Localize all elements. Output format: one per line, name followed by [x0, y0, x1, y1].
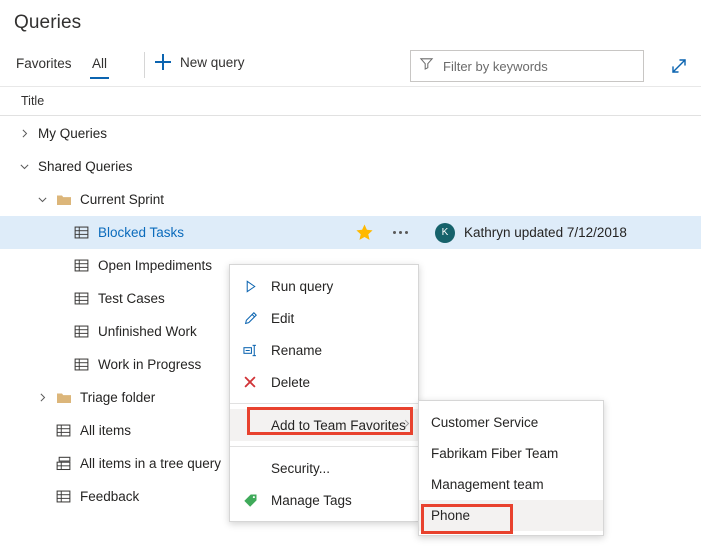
submenu-item-fabrikam-fiber-team[interactable]: Fabrikam Fiber Team: [419, 438, 603, 469]
tree-chevron-spacer: [54, 325, 67, 338]
tree-item-label: Current Sprint: [80, 192, 164, 207]
flat-query-icon: [56, 423, 72, 439]
tab-favorites-label: Favorites: [16, 56, 72, 71]
tree-item-label: Shared Queries: [38, 159, 133, 174]
tree-item-label: Work in Progress: [98, 357, 201, 372]
favorite-star-icon[interactable]: [355, 223, 375, 243]
tab-all[interactable]: All: [90, 54, 109, 79]
tree-chevron-spacer: [54, 358, 67, 371]
flat-query-icon: [74, 324, 90, 340]
folder-icon: [56, 390, 72, 406]
tree-chevron-spacer: [54, 292, 67, 305]
flat-query-icon: [74, 258, 90, 274]
updated-text: Kathryn updated 7/12/2018: [464, 225, 627, 240]
menu-item-run-query[interactable]: Run query: [230, 270, 418, 302]
tree-chevron-spacer: [36, 457, 49, 470]
menu-item-add-to-team-favorites[interactable]: Add to Team Favorites: [230, 409, 418, 441]
context-menu: Run query Edit Rename Delete Add to Team Fav…: [229, 264, 419, 522]
expand-diagonal-icon[interactable]: [666, 53, 692, 79]
tag-icon: [243, 492, 259, 508]
tab-all-label: All: [92, 56, 107, 71]
tree-item-label: All items in a tree query: [80, 456, 221, 471]
new-query-button[interactable]: New query: [155, 54, 245, 70]
menu-item-label: Rename: [271, 343, 322, 358]
folder-icon: [56, 192, 72, 208]
menu-item-label: Edit: [271, 311, 294, 326]
tree-item-current-sprint[interactable]: Current Sprint: [0, 183, 701, 216]
tree-chevron-spacer: [54, 226, 67, 239]
row-meta: K Kathryn updated 7/12/2018: [355, 216, 627, 249]
menu-item-security[interactable]: Security...: [230, 452, 418, 484]
tree-item-my-queries[interactable]: My Queries: [0, 117, 701, 150]
tree-query-icon: [56, 456, 72, 472]
menu-item-rename[interactable]: Rename: [230, 334, 418, 366]
tree-item-blocked-tasks[interactable]: Blocked Tasks K Kathryn updated 7/12/2018: [0, 216, 701, 249]
tree-item-label: Test Cases: [98, 291, 165, 306]
toolbar-divider: [144, 52, 145, 78]
funnel-icon: [419, 56, 434, 76]
queries-page: Queries Favorites All New query: [0, 0, 701, 553]
tree-item-label: All items: [80, 423, 131, 438]
pencil-icon: [243, 310, 259, 326]
flat-query-icon: [74, 291, 90, 307]
submenu-item-management-team[interactable]: Management team: [419, 469, 603, 500]
submenu-item-label: Fabrikam Fiber Team: [431, 446, 558, 461]
tab-active-underline: [90, 77, 109, 79]
grid-column-header: Title: [0, 86, 701, 116]
menu-item-label: Manage Tags: [271, 493, 352, 508]
tree-chevron-spacer: [54, 259, 67, 272]
tree-item-label: Triage folder: [80, 390, 155, 405]
column-header-title: Title: [21, 94, 44, 108]
menu-item-delete[interactable]: Delete: [230, 366, 418, 398]
submenu-item-label: Management team: [431, 477, 544, 492]
tree-item-label: Open Impediments: [98, 258, 212, 273]
submenu-item-customer-service[interactable]: Customer Service: [419, 407, 603, 438]
menu-divider: [230, 446, 418, 447]
tab-favorites[interactable]: Favorites: [14, 54, 74, 79]
menu-icon-spacer: [243, 460, 259, 476]
more-actions-ellipsis-icon[interactable]: [387, 223, 413, 243]
tree-item-label: Blocked Tasks: [98, 225, 184, 240]
tree-chevron-spacer: [36, 424, 49, 437]
tree-item-label: Feedback: [80, 489, 139, 504]
menu-item-label: Run query: [271, 279, 333, 294]
chevron-right-icon[interactable]: [18, 127, 31, 140]
plus-icon: [155, 54, 171, 70]
play-icon: [243, 278, 259, 294]
submenu-item-label: Phone: [431, 508, 470, 523]
team-favorites-submenu: Customer Service Fabrikam Fiber Team Manag…: [418, 400, 604, 536]
tree-chevron-spacer: [36, 490, 49, 503]
menu-item-manage-tags[interactable]: Manage Tags: [230, 484, 418, 516]
menu-item-label: Security...: [271, 461, 330, 476]
menu-item-label: Add to Team Favorites: [271, 418, 406, 433]
new-query-label: New query: [180, 55, 245, 70]
flat-query-icon: [74, 357, 90, 373]
rename-icon: [243, 342, 259, 358]
chevron-down-icon[interactable]: [36, 193, 49, 206]
submenu-item-label: Customer Service: [431, 415, 538, 430]
page-title: Queries: [14, 12, 81, 34]
menu-icon-spacer: [243, 417, 259, 433]
menu-divider: [230, 403, 418, 404]
menu-item-edit[interactable]: Edit: [230, 302, 418, 334]
tree-item-label: Unfinished Work: [98, 324, 197, 339]
search-input[interactable]: [443, 59, 633, 74]
chevron-down-icon[interactable]: [18, 160, 31, 173]
filter-box[interactable]: [410, 50, 644, 82]
chevron-right-icon[interactable]: [36, 391, 49, 404]
submenu-item-phone[interactable]: Phone: [419, 500, 603, 531]
avatar: K: [435, 223, 455, 243]
flat-query-icon: [56, 489, 72, 505]
tree-item-shared-queries[interactable]: Shared Queries: [0, 150, 701, 183]
tree-item-label: My Queries: [38, 126, 107, 141]
menu-item-label: Delete: [271, 375, 310, 390]
close-x-icon: [243, 374, 259, 390]
chevron-right-icon: [401, 418, 412, 432]
flat-query-icon: [74, 225, 90, 241]
